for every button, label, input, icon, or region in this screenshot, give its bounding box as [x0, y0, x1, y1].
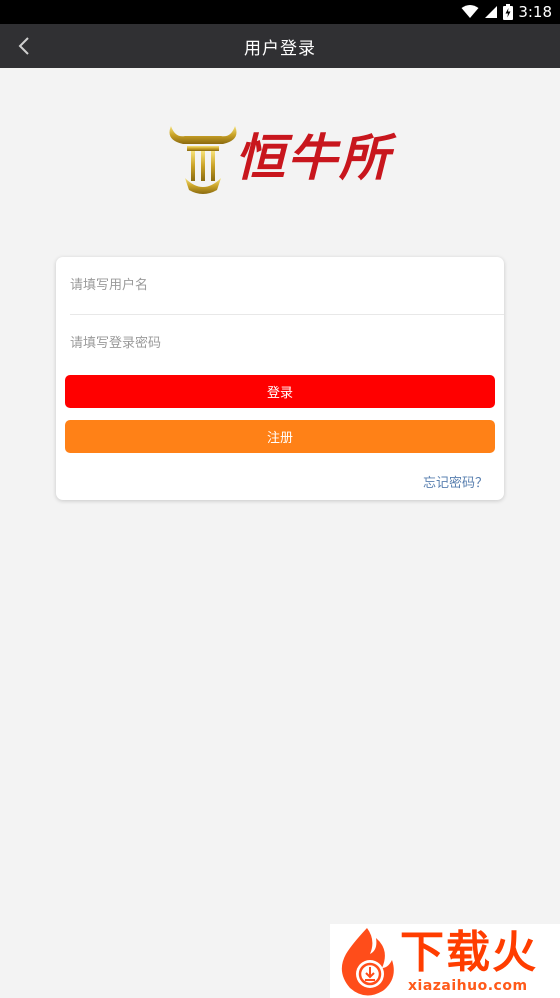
- battery-icon: [503, 4, 514, 20]
- password-input[interactable]: [70, 315, 504, 371]
- login-card: 登录 注册 忘记密码？: [56, 257, 504, 500]
- forgot-password-link[interactable]: 忘记密码？: [423, 472, 488, 491]
- login-button[interactable]: 登录: [65, 375, 495, 408]
- signal-icon: [484, 5, 498, 19]
- username-input[interactable]: [70, 257, 504, 314]
- flame-download-icon: [341, 928, 394, 996]
- watermark: 下载火 xiazaihuo.com: [330, 924, 560, 998]
- register-button[interactable]: 注册: [65, 420, 495, 453]
- chevron-left-icon: [18, 37, 29, 55]
- clock-time: 3:18: [518, 3, 552, 21]
- wifi-icon: [461, 5, 479, 19]
- page-title: 用户登录: [244, 38, 316, 59]
- bull-head-icon: [169, 126, 237, 194]
- brand-logo: 恒牛所: [165, 120, 395, 196]
- back-button[interactable]: [8, 30, 40, 62]
- watermark-en: xiazaihuo.com: [408, 978, 528, 994]
- navigation-bar: 用户登录: [0, 24, 560, 68]
- status-bar: 3:18: [0, 0, 560, 24]
- watermark-cn: 下载火: [400, 927, 538, 978]
- logo-wordmark: 恒牛所: [235, 128, 391, 187]
